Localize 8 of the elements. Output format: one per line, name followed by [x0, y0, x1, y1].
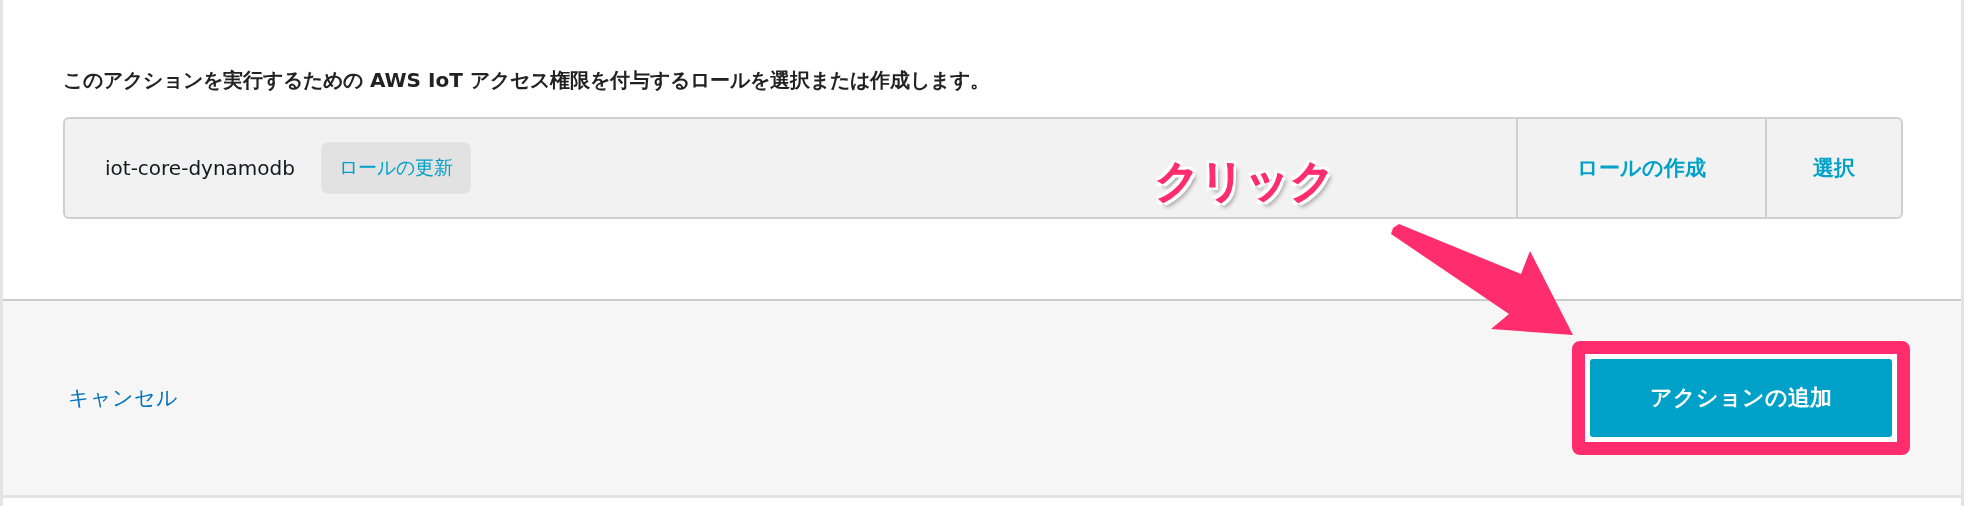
select-button[interactable]: 選択	[1765, 119, 1901, 217]
cancel-link[interactable]: キャンセル	[68, 384, 178, 412]
create-role-button[interactable]: ロールの作成	[1516, 119, 1765, 217]
annotation-label: クリック	[1155, 154, 1335, 208]
update-role-button[interactable]: ロールの更新	[320, 142, 471, 194]
add-action-button[interactable]: アクションの追加	[1590, 359, 1892, 437]
instruction-text: このアクションを実行するための AWS IoT アクセス権限を付与するロールを選択または作成します。	[63, 67, 991, 94]
role-name: iot-core-dynamodb	[105, 156, 295, 180]
